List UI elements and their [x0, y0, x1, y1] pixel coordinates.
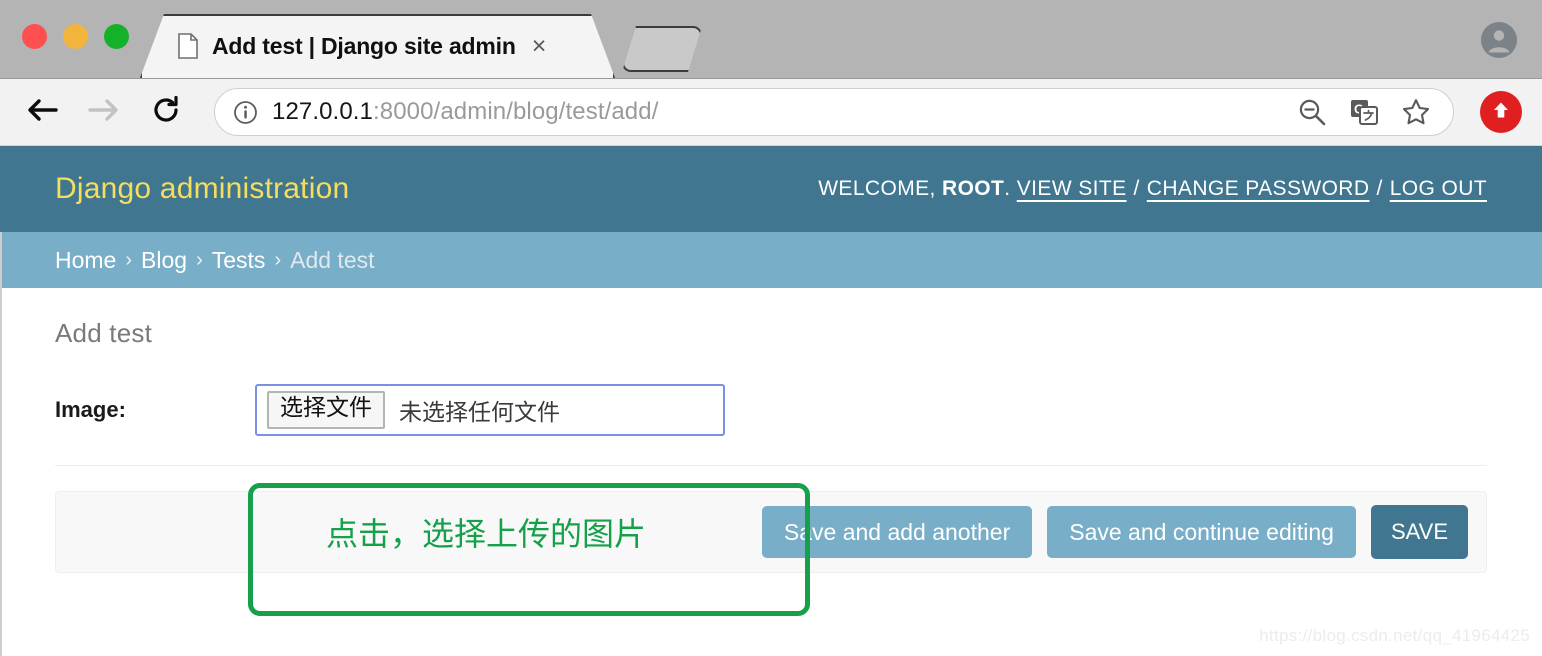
welcome-text: WELCOME, [818, 177, 936, 200]
log-out-link[interactable]: LOG OUT [1390, 177, 1487, 201]
annotation-callout-text: 点击，选择上传的图片 [326, 515, 647, 553]
breadcrumb: Home › Blog › Tests › Add test [0, 232, 1542, 288]
username: ROOT [942, 177, 1005, 200]
breadcrumb-item-tests[interactable]: Tests [212, 247, 266, 274]
image-field-label: Image: [55, 397, 126, 422]
tab-strip: Add test | Django site admin × [0, 0, 1542, 79]
star-icon[interactable] [1401, 97, 1431, 127]
usertools-separator-1: / [1133, 177, 1140, 200]
back-button[interactable] [16, 86, 68, 138]
site-info-icon[interactable] [233, 100, 258, 125]
submit-row: 点击，选择上传的图片 Save and add another Save and… [55, 491, 1487, 573]
back-arrow-icon [25, 95, 59, 130]
translate-icon[interactable]: G [1349, 97, 1379, 127]
usertools-separator-2: / [1376, 177, 1383, 200]
omnibox-actions: G [1297, 97, 1437, 127]
upload-arrow-icon [1490, 99, 1512, 126]
page-title: Add test [55, 318, 152, 348]
account-circle-icon[interactable] [1480, 21, 1518, 59]
reload-button[interactable] [140, 86, 192, 138]
new-tab-button[interactable] [622, 26, 702, 72]
choose-file-button[interactable]: 选择文件 [267, 391, 385, 429]
save-button[interactable]: SAVE [1370, 505, 1468, 559]
extension-button[interactable] [1480, 91, 1522, 133]
watermark-text: https://blog.csdn.net/qq_41964425 [1259, 626, 1530, 645]
save-and-continue-button[interactable]: Save and continue editing [1047, 505, 1356, 559]
site-branding[interactable]: Django administration [55, 172, 349, 206]
forward-arrow-icon [87, 95, 121, 130]
reload-icon [150, 94, 182, 131]
main-content: Add test Image: 选择文件 未选择任何文件 点击，选择上传的图片 … [0, 318, 1542, 573]
image-file-input[interactable]: 选择文件 未选择任何文件 [255, 384, 725, 436]
tab-title: Add test | Django site admin [212, 32, 516, 59]
breadcrumb-separator: › [125, 248, 133, 271]
form-row-image: Image: 选择文件 未选择任何文件 [55, 377, 1487, 466]
window-minimize-button[interactable] [63, 24, 88, 49]
view-site-link[interactable]: VIEW SITE [1017, 177, 1127, 201]
window-close-button[interactable] [22, 24, 47, 49]
browser-window: Add test | Django site admin × 127.0.0.1… [0, 0, 1542, 656]
browser-toolbar: 127.0.0.1:8000/admin/blog/test/add/ G [0, 79, 1542, 146]
breadcrumb-item-current: Add test [290, 246, 375, 273]
user-tools: WELCOME, ROOT . VIEW SITE / CHANGE PASSW… [818, 177, 1487, 201]
window-maximize-button[interactable] [104, 24, 129, 49]
breadcrumb-item-blog[interactable]: Blog [141, 247, 187, 274]
page-viewport: Django administration WELCOME, ROOT . VI… [0, 146, 1542, 656]
zoom-out-icon[interactable] [1297, 97, 1327, 127]
breadcrumb-item-home[interactable]: Home [55, 247, 116, 274]
url-text: 127.0.0.1:8000/admin/blog/test/add/ [272, 98, 658, 126]
url-path: :8000/admin/blog/test/add/ [373, 98, 659, 125]
window-controls [22, 24, 129, 49]
forward-button [78, 86, 130, 138]
django-header: Django administration WELCOME, ROOT . VI… [0, 146, 1542, 232]
browser-tab-content[interactable]: Add test | Django site admin × [140, 14, 615, 78]
page-icon [178, 33, 198, 59]
file-status-text: 未选择任何文件 [399, 400, 560, 426]
address-bar[interactable]: 127.0.0.1:8000/admin/blog/test/add/ G [214, 88, 1454, 136]
breadcrumb-separator: › [274, 248, 282, 271]
change-password-link[interactable]: CHANGE PASSWORD [1147, 177, 1370, 201]
breadcrumb-separator: › [196, 248, 203, 271]
url-host: 127.0.0.1 [272, 98, 373, 125]
close-icon[interactable]: × [532, 33, 547, 59]
save-and-add-another-button[interactable]: Save and add another [761, 505, 1033, 559]
